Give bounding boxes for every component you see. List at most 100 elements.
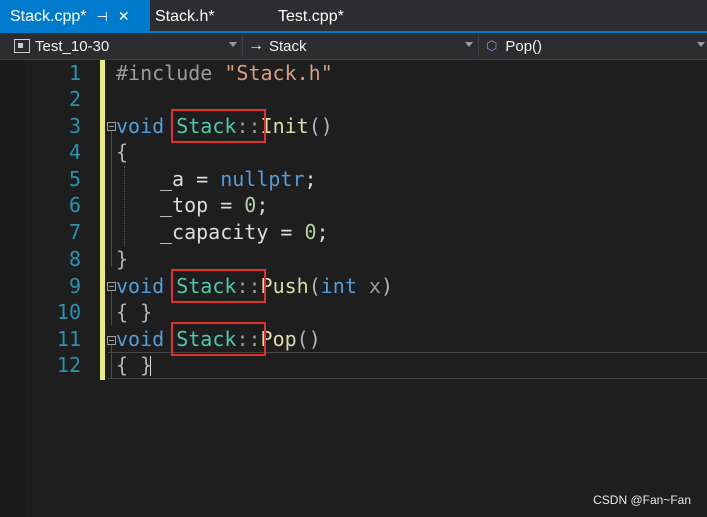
watermark: CSDN @Fan~Fan bbox=[593, 493, 691, 507]
tab-stack-cpp[interactable]: Stack.cpp* ⊣ ✕ bbox=[0, 0, 150, 33]
number-literal: 0 bbox=[244, 193, 257, 217]
code-editor[interactable]: 1 #include "Stack.h" 2 3 void Stack::Ini… bbox=[0, 60, 707, 517]
code-line: 1 #include "Stack.h" bbox=[0, 60, 707, 86]
scope-name: Stack bbox=[269, 37, 307, 55]
param-name: x bbox=[356, 274, 381, 298]
project-name: Test_10-30 bbox=[35, 37, 110, 55]
text-cursor bbox=[150, 356, 151, 376]
project-icon bbox=[14, 39, 30, 53]
code-text: { } bbox=[116, 352, 152, 378]
line-number: 7 bbox=[68, 220, 81, 244]
scope-operator: :: bbox=[236, 274, 261, 298]
line-number: 12 bbox=[56, 353, 81, 377]
tab-stack-h[interactable]: Stack.h* bbox=[155, 0, 265, 33]
line-number: 4 bbox=[68, 140, 81, 164]
semicolon: ; bbox=[304, 167, 317, 191]
code-text: } bbox=[116, 246, 128, 272]
code-line: 9 void Stack::Push(int x) bbox=[0, 269, 707, 303]
separator bbox=[478, 35, 479, 57]
highlight-box: Stack:: bbox=[171, 109, 266, 143]
brace: } bbox=[116, 247, 129, 271]
chevron-down-icon[interactable] bbox=[697, 42, 705, 47]
tab-label: Stack.h* bbox=[155, 7, 215, 25]
literal: nullptr bbox=[220, 167, 305, 191]
scope-operator: :: bbox=[236, 327, 261, 351]
class-name: Stack bbox=[176, 327, 237, 351]
preprocessor-directive: #include bbox=[116, 61, 213, 85]
member-name: Pop() bbox=[505, 37, 543, 55]
class-name: Stack bbox=[176, 274, 237, 298]
code-text: { bbox=[116, 139, 128, 165]
variable: _capacity bbox=[160, 220, 269, 244]
line-number: 10 bbox=[56, 300, 81, 324]
variable: _a bbox=[160, 167, 185, 191]
param-type: int bbox=[320, 274, 357, 298]
project-dropdown[interactable]: Test_10-30 bbox=[14, 34, 239, 58]
function-name: Init bbox=[260, 114, 309, 138]
line-number: 5 bbox=[68, 167, 81, 191]
document-tab-strip: Stack.cpp* ⊣ ✕ Stack.h* Test.cpp* bbox=[0, 0, 707, 33]
code-line: 8 } bbox=[0, 246, 707, 272]
code-line-current: 12 { } bbox=[0, 352, 707, 378]
code-text: _a = nullptr; bbox=[160, 166, 317, 192]
code-line: 10 { } bbox=[0, 299, 707, 325]
class-name: Stack bbox=[176, 114, 237, 138]
code-text: _top = 0; bbox=[160, 192, 268, 218]
code-line: 2 bbox=[0, 86, 707, 112]
method-icon: ⬡ bbox=[486, 38, 498, 53]
operator: = bbox=[268, 220, 305, 244]
code-text: _capacity = 0; bbox=[160, 219, 329, 245]
keyword: void bbox=[116, 274, 165, 298]
function-name: Pop bbox=[260, 327, 297, 351]
code-line: 6 _top = 0; bbox=[0, 192, 707, 218]
parens: () bbox=[296, 327, 321, 351]
code-text: void Stack::Pop() bbox=[116, 322, 321, 356]
code-text: void Stack::Push(int x) bbox=[116, 269, 394, 303]
brace: { bbox=[116, 140, 129, 164]
line-number: 8 bbox=[68, 247, 81, 271]
tab-test-cpp[interactable]: Test.cpp* bbox=[278, 0, 388, 33]
line-number: 6 bbox=[68, 193, 81, 217]
highlight-box: Stack:: bbox=[171, 269, 266, 303]
tab-label: Stack.cpp* bbox=[10, 7, 87, 25]
separator bbox=[242, 35, 243, 57]
code-line: 3 void Stack::Init() bbox=[0, 109, 707, 143]
code-text: { } bbox=[116, 299, 152, 325]
member-dropdown[interactable]: ⬡ Pop() bbox=[486, 34, 701, 58]
navigation-bar: Test_10-30 → Stack ⬡ Pop() bbox=[0, 33, 707, 60]
line-number: 11 bbox=[56, 327, 81, 351]
line-number: 1 bbox=[68, 61, 81, 85]
chevron-down-icon[interactable] bbox=[229, 42, 237, 47]
semicolon: ; bbox=[256, 193, 269, 217]
pin-icon[interactable]: ⊣ bbox=[96, 9, 107, 25]
paren-open: ( bbox=[308, 274, 321, 298]
variable: _top bbox=[160, 193, 209, 217]
scope-operator: :: bbox=[236, 114, 261, 138]
code-line: 4 { bbox=[0, 139, 707, 165]
line-number: 2 bbox=[68, 87, 81, 111]
keyword: void bbox=[116, 114, 165, 138]
scope-dropdown[interactable]: → Stack bbox=[248, 34, 473, 58]
code-text: #include "Stack.h" bbox=[116, 60, 333, 86]
empty-body: { } bbox=[116, 300, 153, 324]
include-path: "Stack.h" bbox=[224, 61, 333, 85]
operator: = bbox=[208, 193, 245, 217]
tab-label: Test.cpp* bbox=[278, 7, 344, 25]
semicolon: ; bbox=[316, 220, 329, 244]
current-line-highlight bbox=[108, 378, 707, 379]
chevron-down-icon[interactable] bbox=[465, 42, 473, 47]
highlight-box: Stack:: bbox=[171, 322, 266, 356]
code-text: void Stack::Init() bbox=[116, 109, 333, 143]
arrow-icon: → bbox=[248, 37, 264, 54]
code-line: 5 _a = nullptr; bbox=[0, 166, 707, 192]
parens: () bbox=[308, 114, 333, 138]
code-line: 11 void Stack::Pop() bbox=[0, 322, 707, 356]
empty-body: { } bbox=[116, 353, 153, 377]
line-number: 9 bbox=[68, 274, 81, 298]
line-number: 3 bbox=[68, 114, 81, 138]
function-name: Push bbox=[260, 274, 309, 298]
paren-close: ) bbox=[380, 274, 394, 298]
keyword: void bbox=[116, 327, 165, 351]
close-icon[interactable]: ✕ bbox=[118, 8, 130, 25]
code-line: 7 _capacity = 0; bbox=[0, 219, 707, 245]
